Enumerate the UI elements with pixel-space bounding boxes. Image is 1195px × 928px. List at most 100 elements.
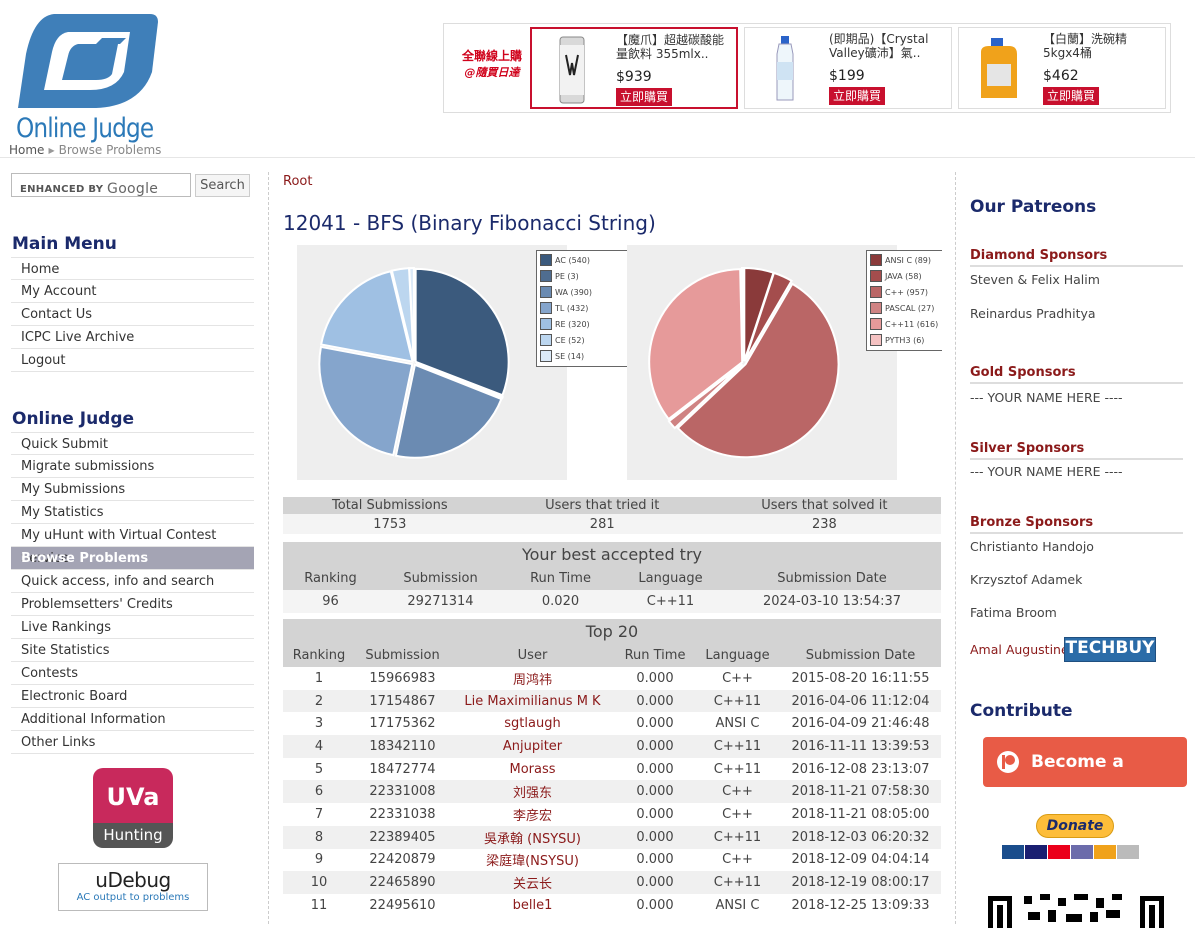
table-row: 3 17175362 sgtlaugh 0.000 ANSI C 2016-04-09 2…: [283, 712, 941, 736]
breadcrumb-home[interactable]: Home: [9, 143, 44, 157]
techbuy-logo[interactable]: TECHBUY: [1064, 637, 1156, 662]
run-time-cell: 0.000: [615, 893, 695, 917]
oj-menu-item-browse-problems[interactable]: Browse Problems: [11, 547, 254, 570]
user-cell[interactable]: Morass: [450, 757, 615, 781]
user-cell[interactable]: 周鸿祎: [450, 667, 615, 690]
run-time-cell: 0.000: [615, 757, 695, 781]
oj-menu-item-quick-access-info-and-search[interactable]: Quick access, info and search: [11, 570, 254, 593]
root-link[interactable]: Root: [283, 174, 312, 189]
user-cell[interactable]: 梁庭瑋(NSYSU): [450, 848, 615, 872]
problem-title: 12041 - BFS (Binary Fibonacci String): [283, 211, 656, 235]
best-try-table: Your best accepted try Ranking Submissio…: [283, 542, 941, 613]
oj-menu-item-problemsetters-credits[interactable]: Problemsetters' Credits: [11, 593, 254, 616]
user-cell[interactable]: belle1: [450, 893, 615, 917]
legend-swatch: [540, 333, 552, 346]
donate-button[interactable]: Donate: [1036, 814, 1114, 838]
energy-drink-can-icon: [559, 36, 585, 104]
user-cell[interactable]: 刘强东: [450, 780, 615, 804]
main-menu-item-icpc-live-archive[interactable]: ICPC Live Archive: [11, 326, 254, 349]
language-cell: C++: [695, 667, 780, 690]
uva-hunting-logo[interactable]: UVa Hunting: [93, 768, 173, 848]
column-header: User: [450, 644, 615, 667]
online-judge-menu: Quick Submit Migrate submissions My Submis…: [11, 432, 254, 754]
main-menu: Home My Account Contact Us ICPC Live Archiv…: [11, 257, 254, 372]
run-time-cell: 0.000: [615, 712, 695, 736]
ad-item-price: $939: [616, 69, 652, 85]
udebug-logo[interactable]: uDebug AC output to problems: [58, 863, 208, 911]
ad-item-title: 【魔爪】超越碳酸能量飲料 355mlx..: [616, 33, 725, 61]
oj-menu-item-my-statistics[interactable]: My Statistics: [11, 501, 254, 524]
legend-entry: CE (52): [540, 333, 627, 349]
oj-menu-item-contests[interactable]: Contests: [11, 662, 254, 685]
legend-entry: PYTH3 (6): [870, 333, 939, 349]
legend-swatch: [540, 301, 552, 314]
stats-header: Users that solved it: [707, 497, 941, 514]
ad-item[interactable]: 【魔爪】超越碳酸能量飲料 355mlx.. $939 立即購買: [530, 27, 738, 109]
user-cell[interactable]: 吳承翰 (NSYSU): [450, 825, 615, 849]
sponsor-link[interactable]: Amal Augustine: [970, 642, 1069, 657]
run-time-cell: 0.000: [615, 780, 695, 804]
legend-label: RE (320): [555, 320, 590, 329]
stats-value: 238: [707, 514, 941, 534]
best-submission[interactable]: 29271314: [378, 590, 503, 613]
search-button[interactable]: Search: [195, 174, 250, 197]
oj-menu-item-additional-information[interactable]: Additional Information: [11, 708, 254, 731]
stats-header-row: Total Submissions Users that tried it Us…: [283, 497, 941, 514]
search-label: ENHANCED BY: [20, 184, 104, 195]
oj-menu-item-live-rankings[interactable]: Live Rankings: [11, 616, 254, 639]
user-cell[interactable]: Lie Maximilianus M K: [450, 689, 615, 713]
rank-cell: 1: [283, 667, 355, 690]
ad-item[interactable]: (即期品)【Crystal Valley礦沛】氣.. $199 立即購買: [744, 27, 952, 109]
date-cell: 2018-11-21 07:58:30: [780, 780, 941, 804]
ad-item[interactable]: 【白蘭】洗碗精5kgx4桶 $462 立即購買: [958, 27, 1166, 109]
oj-menu-item-other-links[interactable]: Other Links: [11, 731, 254, 754]
user-cell[interactable]: 关云长: [450, 871, 615, 894]
ad-buy-button[interactable]: 立即購買: [829, 87, 886, 105]
date-cell: 2016-04-06 11:12:04: [780, 689, 941, 713]
qr-code-icon: [988, 894, 1164, 928]
sponsor-name: Fatima Broom: [970, 605, 1057, 620]
submission-cell: 15966983: [355, 667, 450, 690]
uva-logo-bottom: Hunting: [93, 823, 173, 848]
ad-banner[interactable]: 全聯線上購 @隨買日達 【魔爪】超越碳酸能量飲料 355mlx.. $939 立…: [443, 23, 1171, 113]
legend-swatch: [870, 301, 882, 314]
right-sidebar: Our Patreons Diamond Sponsors Steven & F…: [958, 160, 1195, 928]
oj-menu-item-my-uhunt-with-virtual-contest-service[interactable]: My uHunt with Virtual Contest Service: [11, 524, 254, 566]
run-time-cell: 0.000: [615, 803, 695, 826]
rank-cell: 10: [283, 871, 355, 894]
ad-buy-button[interactable]: 立即購買: [616, 88, 673, 106]
legend-swatch: [870, 333, 882, 346]
user-cell[interactable]: sgtlaugh: [450, 712, 615, 736]
user-cell[interactable]: 李彦宏: [450, 803, 615, 826]
oj-menu-item-quick-submit[interactable]: Quick Submit: [11, 432, 254, 455]
table-row: 4 18342110 Anjupiter 0.000 C++11 2016-11-11 1…: [283, 735, 941, 758]
language-cell: C++11: [695, 735, 780, 758]
ad-buy-button[interactable]: 立即購買: [1043, 87, 1100, 105]
verdict-pie-svg: [318, 267, 510, 459]
ad-brand-subtitle: @隨買日達: [464, 66, 520, 79]
uva-logo-top: UVa: [93, 768, 173, 823]
ad-brand[interactable]: 全聯線上購 @隨買日達: [452, 48, 532, 81]
online-judge-menu-title: Online Judge: [12, 409, 135, 429]
legend-entry: WA (390): [540, 285, 627, 301]
legend-entry: RE (320): [540, 317, 627, 333]
oj-menu-item-electronic-board[interactable]: Electronic Board: [11, 685, 254, 708]
rank-cell: 9: [283, 848, 355, 872]
main-menu-item-home[interactable]: Home: [11, 257, 254, 280]
oj-menu-item-my-submissions[interactable]: My Submissions: [11, 478, 254, 501]
table-row: 9 22420879 梁庭瑋(NSYSU) 0.000 C++ 2018-12-09 04…: [283, 848, 941, 872]
oj-menu-item-site-statistics[interactable]: Site Statistics: [11, 639, 254, 662]
legend-entry: C++11 (616): [870, 317, 939, 333]
silver-sponsors-title: Silver Sponsors: [970, 441, 1183, 460]
water-bottle-icon: [776, 36, 794, 101]
become-patron-button[interactable]: Become a patron: [983, 737, 1187, 822]
main-menu-item-contact-us[interactable]: Contact Us: [11, 303, 254, 326]
breadcrumb-current: Browse Problems: [58, 143, 162, 157]
main-menu-item-my-account[interactable]: My Account: [11, 280, 254, 303]
main-menu-item-logout[interactable]: Logout: [11, 349, 254, 372]
submission-cell: 18342110: [355, 735, 450, 758]
oj-menu-item-migrate-submissions[interactable]: Migrate submissions: [11, 455, 254, 478]
search-input[interactable]: ENHANCED BY Google: [11, 173, 191, 197]
user-cell[interactable]: Anjupiter: [450, 735, 615, 758]
udebug-subtitle: AC output to problems: [76, 892, 190, 903]
